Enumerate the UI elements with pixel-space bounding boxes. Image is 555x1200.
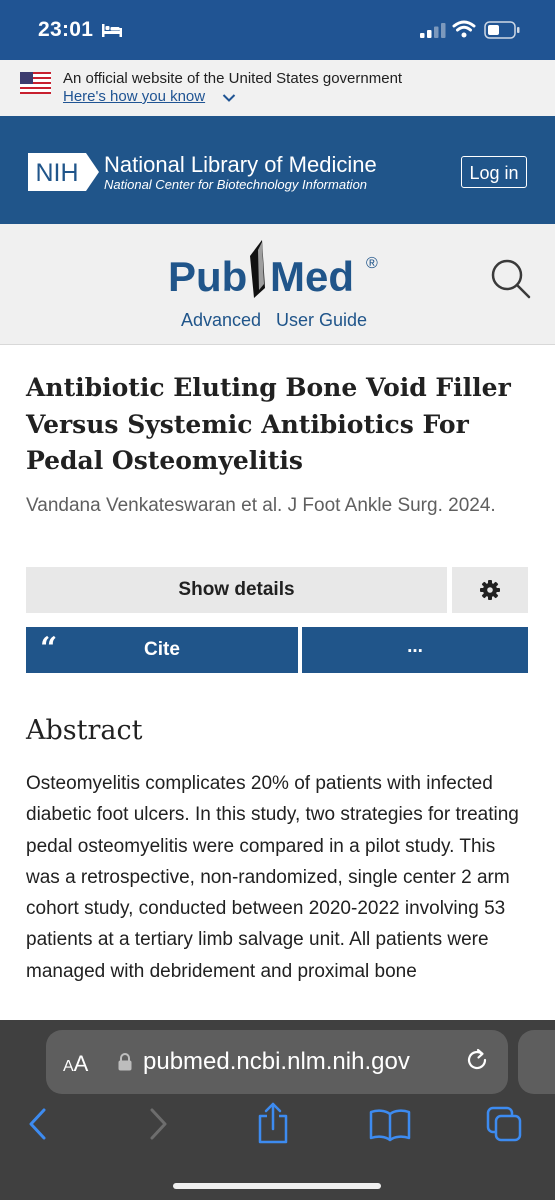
article-authors-citation[interactable]: Vandana Venkateswaran et al. J Foot Ankl… (26, 490, 526, 522)
cellular-signal-icon (420, 23, 446, 38)
reload-icon[interactable] (464, 1047, 490, 1073)
show-details-button[interactable]: Show details (26, 567, 447, 613)
url-text[interactable]: pubmed.ncbi.nlm.nih.gov (143, 1048, 410, 1076)
tabs-icon[interactable] (486, 1106, 524, 1144)
svg-text:Med: Med (270, 253, 354, 300)
page-settings-button[interactable]: AA (63, 1051, 88, 1077)
ncbi-subtitle: National Center for Biotechnology Inform… (104, 177, 368, 192)
us-flag-icon (20, 72, 51, 94)
heres-how-you-know-link[interactable]: Here's how you know (63, 88, 205, 105)
advanced-search-link[interactable]: Advanced (181, 310, 261, 331)
status-bar: 23:01 (0, 0, 555, 60)
status-time: 23:01 (38, 18, 94, 41)
next-tab-address-bar[interactable] (518, 1030, 555, 1094)
abstract-text: Osteomyelitis complicates 20% of patient… (26, 773, 519, 982)
pubmed-logo[interactable]: Pub Med ® (166, 236, 386, 306)
back-icon[interactable] (26, 1106, 50, 1142)
cite-label: Cite (144, 639, 180, 660)
more-actions-button[interactable]: ... (302, 627, 528, 673)
lock-icon (118, 1053, 132, 1071)
nlm-title[interactable]: National Library of Medicine (104, 152, 377, 178)
aa-big: A (73, 1051, 89, 1076)
sleep-bed-icon (102, 24, 122, 37)
forward-icon[interactable] (146, 1106, 170, 1142)
user-guide-link[interactable]: User Guide (276, 310, 367, 331)
article-title: Antibiotic Eluting Bone Void Filler Vers… (26, 373, 511, 475)
abstract-heading: Abstract (26, 715, 143, 746)
gear-icon (480, 580, 500, 600)
aa-small: A (63, 1058, 74, 1075)
cite-button[interactable]: “ Cite (26, 627, 298, 673)
chevron-down-icon[interactable] (222, 93, 236, 103)
nih-logo[interactable]: NIH (28, 151, 100, 193)
display-options-button[interactable] (452, 567, 528, 613)
bookmarks-icon[interactable] (369, 1108, 411, 1142)
search-icon[interactable] (490, 258, 532, 300)
battery-icon (484, 21, 520, 39)
svg-text:NIH: NIH (35, 159, 78, 187)
svg-text:Pub: Pub (168, 253, 247, 300)
home-indicator[interactable] (173, 1183, 381, 1189)
login-button[interactable]: Log in (461, 156, 527, 188)
wifi-icon (452, 20, 476, 38)
share-icon[interactable] (256, 1102, 290, 1144)
gov-banner-text: An official website of the United States… (63, 70, 403, 87)
svg-text:®: ® (366, 255, 378, 272)
